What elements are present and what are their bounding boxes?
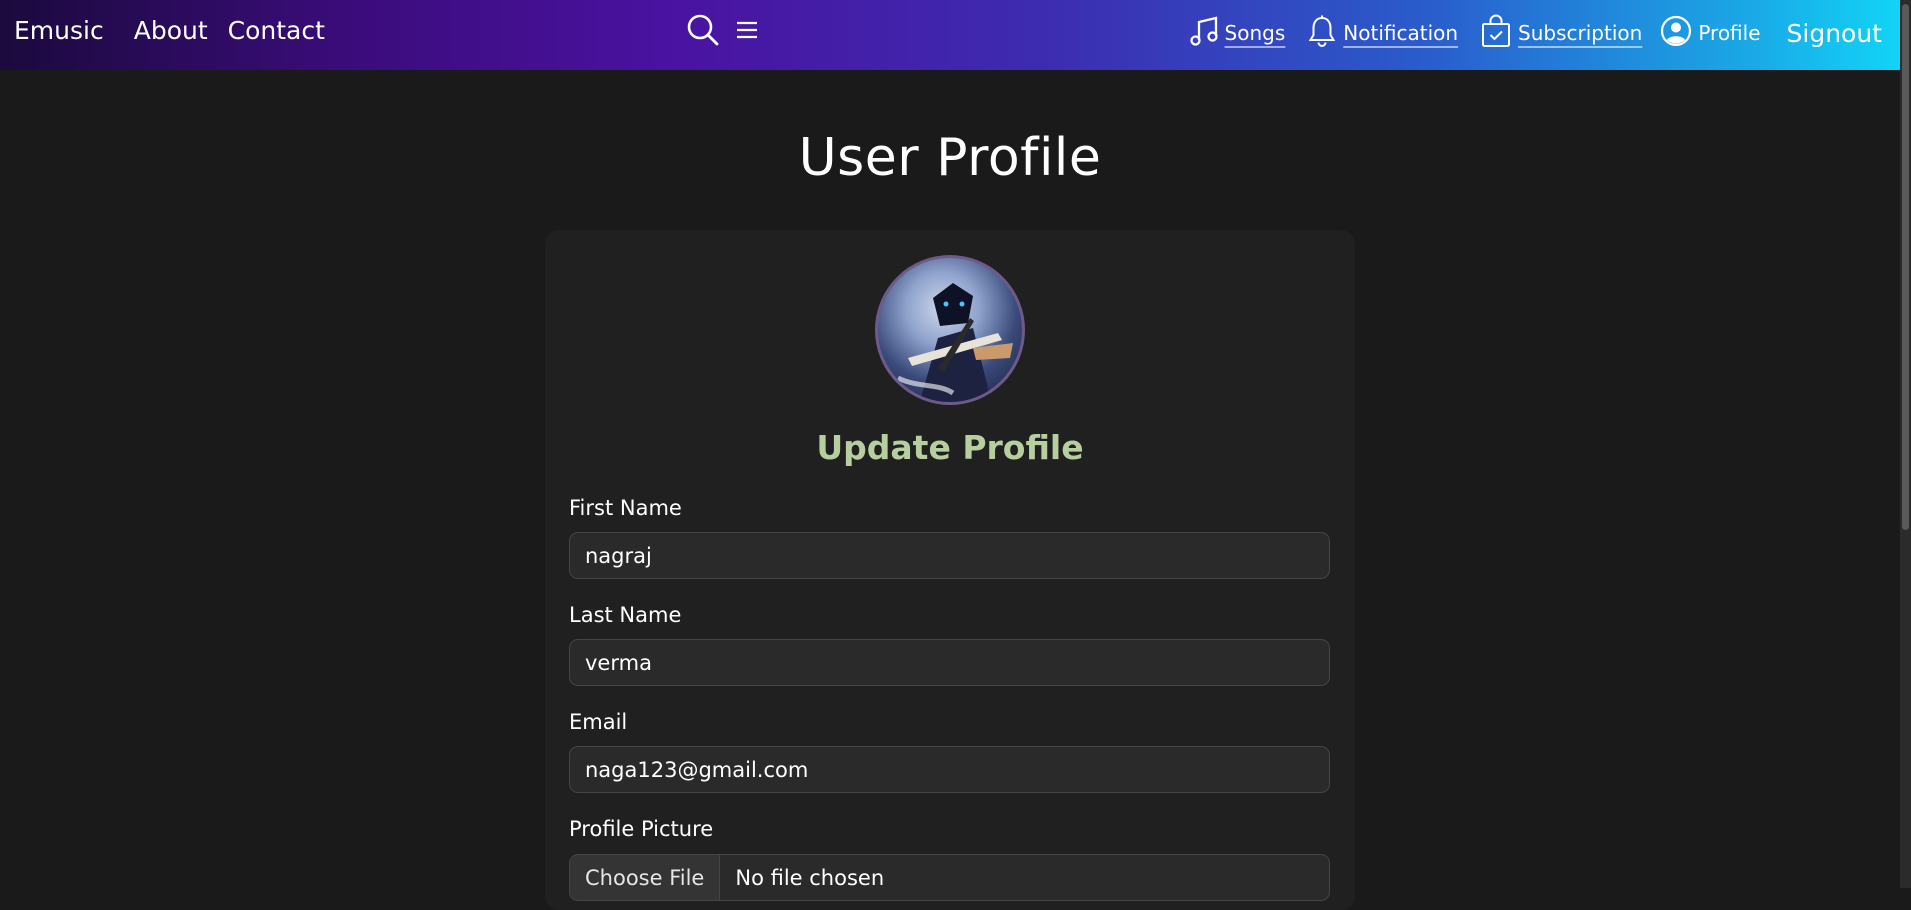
nav-left: Emusic About Contact — [14, 16, 345, 45]
scrollbar-thumb[interactable] — [1902, 4, 1909, 530]
choose-file-button[interactable]: Choose File — [570, 855, 721, 900]
form-title: Update Profile — [816, 428, 1084, 467]
first-name-input[interactable] — [569, 532, 1330, 579]
nav-signout[interactable]: Signout — [1781, 19, 1882, 48]
nav-notification[interactable]: Notification — [1307, 14, 1458, 52]
nav-profile-label: Profile — [1698, 21, 1761, 45]
nav-center — [686, 13, 758, 51]
nav-songs[interactable]: Songs — [1189, 15, 1286, 51]
nav-signout-label: Signout — [1786, 18, 1882, 48]
last-name-label: Last Name — [569, 603, 682, 627]
music-note-icon — [1189, 15, 1219, 51]
shopping-bag-check-icon — [1480, 14, 1512, 52]
profile-picture-label: Profile Picture — [569, 817, 714, 841]
nav-songs-label: Songs — [1224, 21, 1286, 45]
nav-link-about[interactable]: About — [134, 16, 208, 45]
profile-form-card: Update Profile First Name Last Name Emai… — [545, 230, 1355, 910]
nav-link-contact[interactable]: Contact — [228, 16, 325, 45]
nav-profile[interactable]: Profile — [1660, 15, 1761, 51]
brand-link[interactable]: Emusic — [14, 16, 104, 45]
profile-picture-file-input[interactable]: Choose File No file chosen — [569, 854, 1330, 901]
profile-avatar — [875, 255, 1025, 405]
email-label: Email — [569, 710, 628, 734]
bell-icon — [1307, 14, 1337, 52]
nav-subscription[interactable]: Subscription — [1480, 14, 1642, 52]
last-name-input[interactable] — [569, 639, 1330, 686]
top-navbar: Emusic About Contact Songs Notification — [0, 0, 1900, 70]
search-icon[interactable] — [686, 13, 720, 51]
page-title: User Profile — [798, 128, 1102, 188]
user-circle-icon — [1660, 15, 1692, 51]
nav-notification-label: Notification — [1343, 21, 1459, 45]
menu-icon[interactable] — [736, 20, 758, 44]
nav-subscription-label: Subscription — [1518, 21, 1643, 45]
first-name-label: First Name — [569, 496, 682, 520]
file-status-text: No file chosen — [735, 865, 885, 890]
email-input[interactable] — [569, 746, 1330, 793]
page-scrollbar[interactable] — [1900, 0, 1911, 888]
nav-right: Songs Notification Subscription Profile … — [1167, 14, 1882, 52]
